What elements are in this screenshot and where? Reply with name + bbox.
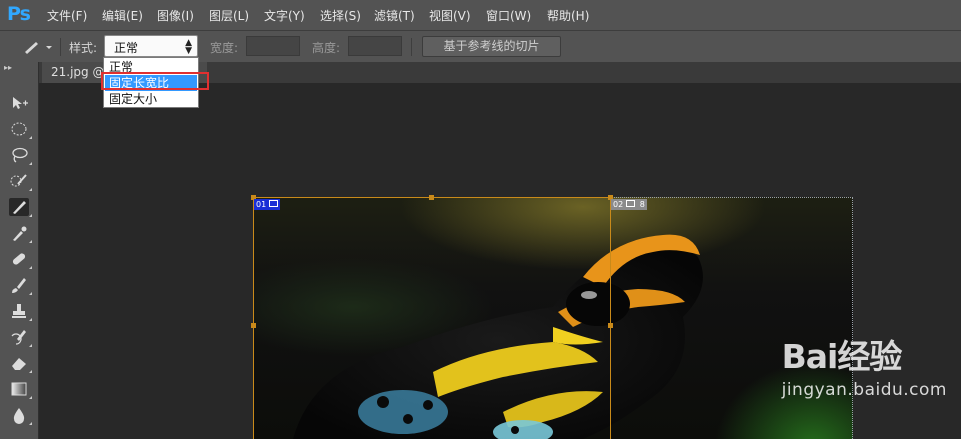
image-slice-icon <box>269 200 279 207</box>
blur-icon[interactable] <box>9 406 32 425</box>
menu-image[interactable]: 图像(I) <box>157 7 194 24</box>
history-brush-icon[interactable] <box>9 328 32 347</box>
app-logo: Ps <box>7 3 31 25</box>
width-input[interactable] <box>246 36 300 56</box>
slice-badge-02: 02 8 <box>611 199 647 210</box>
menu-select[interactable]: 选择(S) <box>320 7 361 24</box>
options-separator <box>411 38 412 56</box>
tool-preset-picker[interactable] <box>22 39 52 55</box>
slice-link-marker: 8 <box>639 200 645 209</box>
menu-view[interactable]: 视图(V) <box>429 7 471 24</box>
watermark-url: jingyan.baidu.com <box>781 380 947 400</box>
height-input[interactable] <box>348 36 402 56</box>
frog-photo <box>293 234 703 439</box>
menu-type[interactable]: 文字(Y) <box>264 7 305 24</box>
document-image[interactable] <box>253 197 853 439</box>
width-label: 宽度: <box>210 41 239 55</box>
menu-help[interactable]: 帮助(H) <box>547 7 589 24</box>
style-option-fixed-size[interactable]: 固定大小 <box>105 91 197 107</box>
slice-border-left <box>253 197 254 439</box>
style-label: 样式: <box>69 41 98 55</box>
height-label: 高度: <box>312 41 341 55</box>
move-tool-icon[interactable] <box>9 94 29 112</box>
tools-panel: ▸▸ <box>0 62 39 439</box>
auto-slice-border-top <box>611 197 853 199</box>
gradient-icon[interactable] <box>9 380 32 399</box>
slice-tool-icon[interactable] <box>9 198 32 217</box>
slice-handle[interactable] <box>429 195 434 200</box>
style-select[interactable]: 正常 ▲ ▼ <box>104 35 198 57</box>
menu-layer[interactable]: 图层(L) <box>209 7 249 24</box>
slices-from-guides-button[interactable]: 基于参考线的切片 <box>422 36 561 57</box>
slice-number: 01 <box>256 200 267 209</box>
style-select-value: 正常 <box>114 41 139 55</box>
menu-edit[interactable]: 编辑(E) <box>102 7 143 24</box>
healing-brush-icon[interactable] <box>9 250 32 269</box>
slice-border-right <box>610 197 611 439</box>
auto-slice-border-right <box>852 197 854 439</box>
slice-number: 02 <box>613 200 624 209</box>
brush-icon[interactable] <box>9 276 32 295</box>
stamp-icon[interactable] <box>9 302 32 321</box>
collapse-icon[interactable]: ▸▸ <box>4 63 12 72</box>
baidu-watermark: Bai经验 jingyan.baidu.com <box>782 330 947 400</box>
eraser-icon[interactable] <box>9 354 32 373</box>
marquee-tool-icon[interactable] <box>9 120 32 139</box>
watermark-brand: Bai经验 <box>781 337 903 376</box>
slice-handle[interactable] <box>608 323 613 328</box>
menu-file[interactable]: 文件(F) <box>47 7 87 24</box>
slice-handle[interactable] <box>251 323 256 328</box>
image-slice-icon <box>626 200 636 207</box>
options-separator <box>60 38 61 56</box>
select-arrows-icon: ▲ ▼ <box>185 38 192 56</box>
menu-bar: Ps 文件(F) 编辑(E) 图像(I) 图层(L) 文字(Y) 选择(S) 滤… <box>0 0 961 30</box>
menu-filter[interactable]: 滤镜(T) <box>374 7 415 24</box>
quick-selection-icon[interactable] <box>9 172 32 191</box>
annotation-highlight <box>101 72 209 90</box>
eyedropper-icon[interactable] <box>9 224 32 243</box>
menu-window[interactable]: 窗口(W) <box>486 7 531 24</box>
slice-badge-01: 01 <box>254 199 281 210</box>
lasso-tool-icon[interactable] <box>9 146 32 165</box>
